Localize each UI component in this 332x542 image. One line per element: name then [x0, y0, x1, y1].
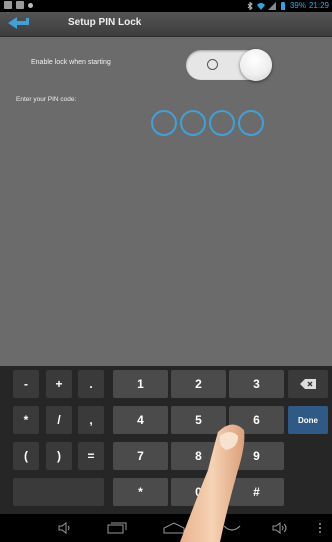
- clock: 21:29: [308, 1, 329, 10]
- delete-icon: [300, 379, 316, 389]
- enable-lock-label: Enable lock when starting: [31, 59, 111, 66]
- back-icon[interactable]: [222, 522, 242, 534]
- key-sym[interactable]: *: [13, 406, 39, 434]
- enable-lock-toggle[interactable]: [186, 49, 272, 81]
- key-sym[interactable]: ,: [78, 406, 104, 434]
- back-arrow-icon[interactable]: [6, 16, 32, 32]
- navigation-bar: [0, 514, 332, 542]
- key-sym[interactable]: (: [13, 442, 39, 470]
- key-num[interactable]: 2: [171, 370, 226, 398]
- key-num[interactable]: 4: [113, 406, 168, 434]
- key-num[interactable]: 8: [171, 442, 226, 470]
- pin-label: Enter your PIN code:: [16, 96, 77, 103]
- wifi-icon: [256, 3, 265, 10]
- key-num[interactable]: *: [113, 478, 168, 506]
- key-sym[interactable]: ): [46, 442, 72, 470]
- key-num[interactable]: 1: [113, 370, 168, 398]
- home-icon[interactable]: [163, 522, 185, 534]
- key-num[interactable]: 6: [229, 406, 284, 434]
- menu-icon[interactable]: [318, 522, 322, 534]
- key-sym[interactable]: -: [13, 370, 39, 398]
- bluetooth-icon: [247, 2, 253, 10]
- notification-icon: [28, 3, 33, 8]
- battery-icon: [280, 2, 285, 10]
- image-icon: [4, 1, 12, 9]
- key-num[interactable]: 5: [171, 406, 226, 434]
- recent-apps-icon[interactable]: [107, 522, 127, 534]
- volume-up-icon[interactable]: [272, 522, 288, 534]
- key-blank[interactable]: [13, 478, 104, 506]
- page-title: Setup PIN Lock: [68, 17, 142, 28]
- key-num[interactable]: #: [229, 478, 284, 506]
- key-sym[interactable]: +: [46, 370, 72, 398]
- action-bar: Setup PIN Lock: [0, 12, 332, 37]
- key-sym[interactable]: /: [46, 406, 72, 434]
- battery-percent: 39%: [289, 1, 306, 10]
- key-sym[interactable]: =: [78, 442, 104, 470]
- status-bar: 39% 21:29: [0, 0, 332, 12]
- pin-indicator: [151, 110, 264, 136]
- key-delete[interactable]: [288, 370, 328, 398]
- key-num[interactable]: 3: [229, 370, 284, 398]
- pin-digit-slot: [180, 110, 206, 136]
- pin-digit-slot: [209, 110, 235, 136]
- status-right-icons: 39% 21:29: [246, 0, 329, 12]
- key-num[interactable]: 9: [229, 442, 284, 470]
- status-left-icons: [4, 1, 33, 9]
- key-done[interactable]: Done: [288, 406, 328, 434]
- key-sym[interactable]: .: [78, 370, 104, 398]
- signal-icon: [267, 2, 276, 10]
- message-icon: [16, 1, 24, 9]
- key-num[interactable]: 0: [171, 478, 226, 506]
- toggle-off-icon: [207, 59, 218, 70]
- toggle-knob[interactable]: [240, 49, 272, 81]
- pin-digit-slot: [151, 110, 177, 136]
- key-num[interactable]: 7: [113, 442, 168, 470]
- pin-digit-slot: [238, 110, 264, 136]
- numeric-keyboard: - +. 1 2 3 * /, 4 5 6 Done() = 7 8 9 * 0 #: [0, 366, 332, 514]
- volume-down-icon[interactable]: [58, 522, 72, 534]
